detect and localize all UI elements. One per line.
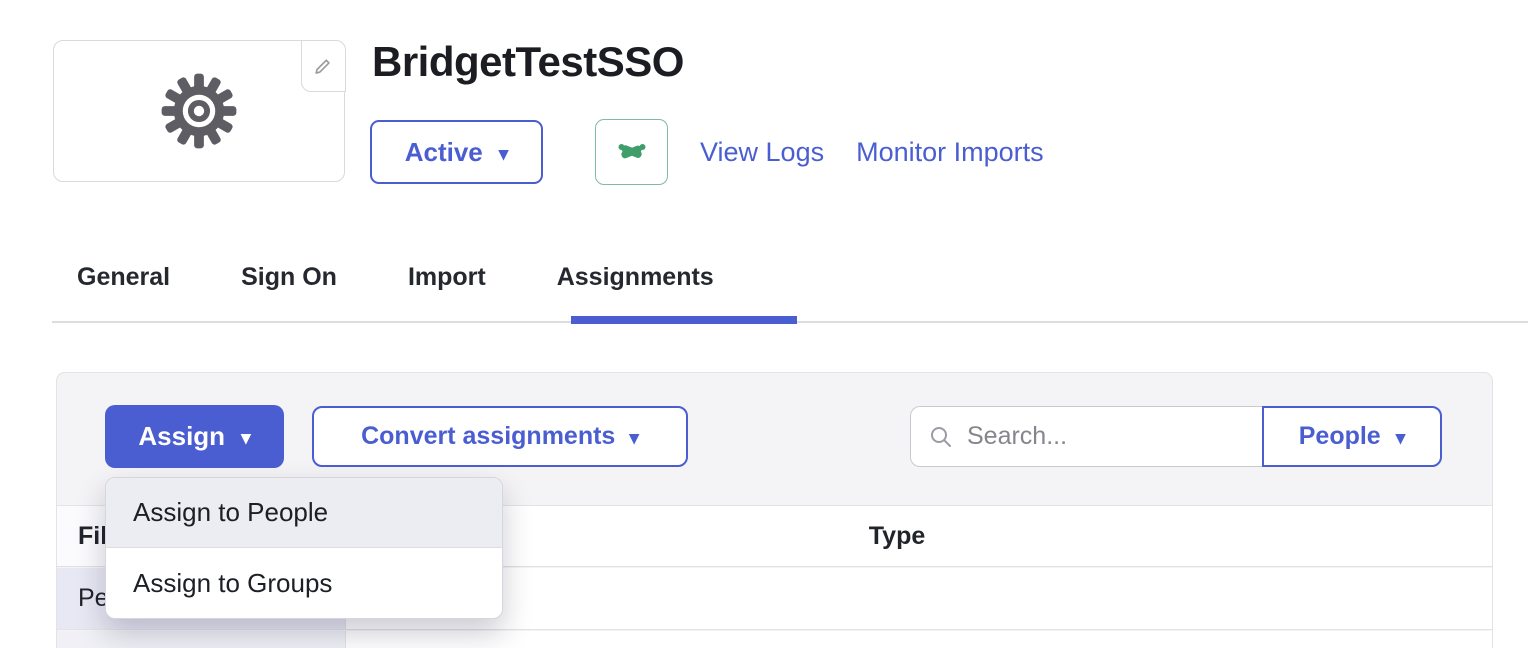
app-logo-card [53, 40, 345, 182]
tab-general[interactable]: General [77, 263, 170, 292]
active-tab-indicator [571, 316, 797, 324]
tab-import[interactable]: Import [408, 263, 486, 292]
status-dropdown-button[interactable]: Active ▾ [370, 120, 543, 184]
tab-assignments[interactable]: Assignments [557, 263, 714, 292]
assign-dropdown-menu: Assign to People Assign to Groups [105, 477, 503, 619]
type-column-header: Type [346, 506, 1492, 566]
table-row-content [346, 631, 1492, 648]
search-scope-label: People [1299, 422, 1381, 451]
monitor-imports-link[interactable]: Monitor Imports [856, 137, 1044, 168]
convert-assignments-label: Convert assignments [361, 422, 615, 451]
magnifier-icon [929, 425, 953, 449]
gear-icon [160, 72, 238, 150]
tab-bar: General Sign On Import Assignments [77, 263, 714, 292]
table-row [57, 631, 1492, 648]
type-header-label: Type [869, 522, 926, 551]
provisioning-button[interactable] [595, 119, 668, 185]
handshake-icon [616, 139, 648, 165]
search-box [910, 406, 1262, 467]
menu-item-assign-to-groups[interactable]: Assign to Groups [106, 548, 502, 618]
chevron-down-icon: ▾ [1396, 429, 1406, 448]
menu-item-assign-to-people[interactable]: Assign to People [106, 478, 502, 548]
chevron-down-icon: ▾ [629, 429, 639, 448]
tab-sign-on[interactable]: Sign On [241, 263, 337, 292]
view-logs-link[interactable]: View Logs [700, 137, 824, 168]
status-label: Active [405, 137, 483, 168]
filter-item-next[interactable] [57, 631, 346, 648]
chevron-down-icon: ▾ [499, 145, 509, 164]
search-input[interactable] [967, 422, 1247, 451]
assign-button[interactable]: Assign ▾ [105, 405, 284, 468]
chevron-down-icon: ▾ [241, 429, 251, 448]
header-actions: Active ▾ View Logs Monitor Imports [370, 119, 1044, 185]
search-scope-dropdown[interactable]: People ▾ [1262, 406, 1442, 467]
convert-assignments-button[interactable]: Convert assignments ▾ [312, 406, 688, 467]
edit-logo-button[interactable] [301, 40, 346, 92]
pencil-icon [312, 55, 334, 77]
page-title: BridgetTestSSO [372, 38, 684, 86]
search-group: People ▾ [910, 406, 1442, 467]
table-row-content [346, 568, 1492, 629]
assign-button-label: Assign [138, 421, 225, 452]
